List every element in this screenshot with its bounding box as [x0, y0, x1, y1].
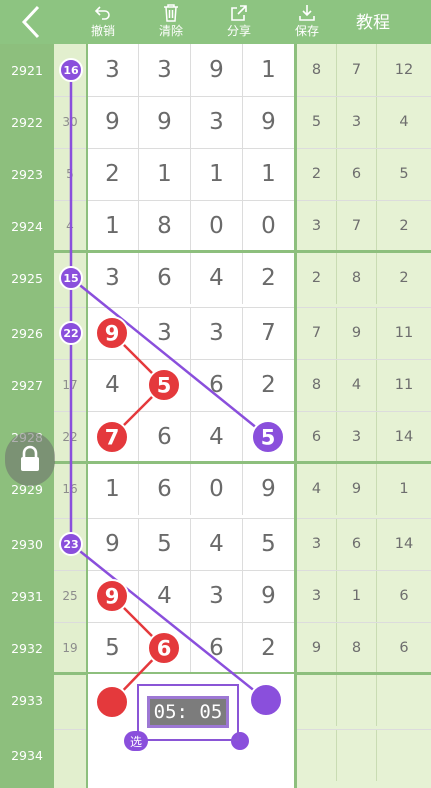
lock-button[interactable] [5, 432, 55, 486]
trend-line-purple [70, 277, 269, 438]
timer-display: 05: 05 [147, 696, 229, 728]
trend-line-purple [70, 543, 267, 701]
marker-ball-red[interactable] [95, 685, 129, 719]
marker-ball-red-label: 9 [105, 585, 120, 609]
side-marker-purple-label: 22 [63, 327, 78, 340]
side-marker-purple-label: 15 [63, 272, 78, 285]
side-marker-purple-label: 23 [63, 538, 78, 551]
side-marker-purple-label: 16 [63, 64, 79, 77]
select-tag[interactable]: 选 [124, 731, 148, 751]
marker-ball-red-label: 9 [105, 322, 120, 346]
marker-ball-red-label: 7 [105, 426, 120, 450]
marker-ball-purple[interactable] [249, 683, 283, 717]
marker-ball-purple-label: 5 [261, 426, 276, 450]
lock-icon [21, 445, 39, 471]
drawing-overlay[interactable]: 16 15 22 23 9 5 7 5 9 6 [0, 0, 431, 788]
marker-ball-red-label: 5 [157, 374, 172, 398]
marker-ball-red-label: 6 [157, 637, 172, 661]
